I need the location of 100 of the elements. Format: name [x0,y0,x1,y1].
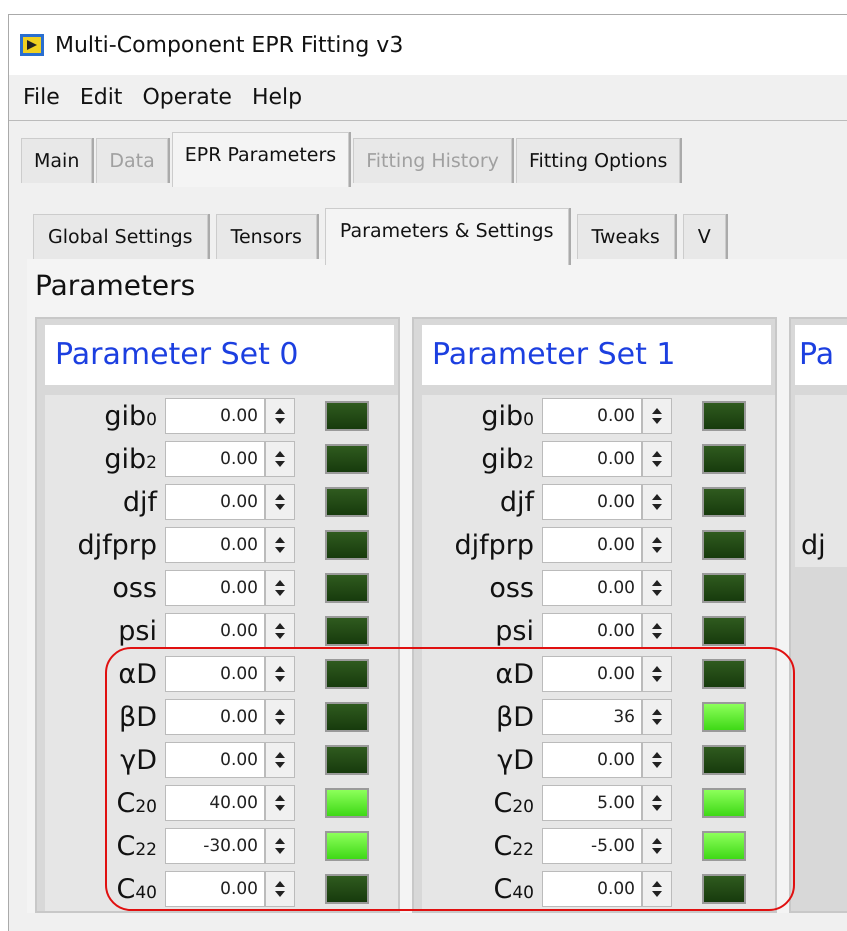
up-down-arrows-icon [273,707,287,728]
spinner-button[interactable] [642,656,672,692]
spinner-button[interactable] [265,613,295,650]
up-down-arrows-icon [273,492,287,512]
spinner-button[interactable] [265,785,295,822]
up-down-arrows-icon [650,406,664,426]
numeric-field[interactable]: 36 [542,699,642,736]
spinner-button[interactable] [265,484,295,520]
spinner-button[interactable] [642,871,672,908]
numeric-field[interactable]: -30.00 [165,828,265,864]
numeric-field[interactable]: 0.00 [165,699,265,736]
spinner-button[interactable] [642,828,672,864]
up-down-arrows-icon [650,879,664,900]
spinner-button[interactable] [642,613,672,650]
parameter-label: psi [494,618,535,645]
panel-title: Parameter Set 0 [45,324,394,385]
section-title: Parameters [35,269,196,303]
tab[interactable]: EPR Parameters [172,132,350,187]
up-down-arrows-icon [273,449,287,470]
menu-item[interactable]: Edit [72,81,130,114]
spinner-button[interactable] [265,527,295,564]
parameter-label: psi [117,618,158,645]
spinner-button[interactable] [642,570,672,606]
spinner-button[interactable] [265,828,295,864]
parameter-label: oss [111,574,158,602]
parameter-label: βD [118,704,158,731]
numeric-field[interactable]: 0.00 [542,527,642,564]
up-down-arrows-icon [650,664,664,684]
numeric-field[interactable]: 0.00 [542,484,642,520]
tab[interactable]: Tweaks [576,214,675,259]
numeric-field[interactable]: 40.00 [165,785,265,822]
up-down-arrows-icon [273,836,287,856]
numeric-field[interactable]: 0.00 [165,484,265,520]
numeric-field[interactable]: 0.00 [542,656,642,692]
spinner-button[interactable] [265,699,295,736]
up-down-arrows-icon [273,664,287,684]
spinner-button[interactable] [642,398,672,434]
window-title: Multi-Component EPR Fitting v3 [55,32,404,60]
numeric-field[interactable]: 0.00 [542,871,642,908]
numeric-field[interactable]: 0.00 [165,441,265,478]
parameter-label: αD [117,660,158,688]
menu-item[interactable]: Operate [134,81,240,114]
numeric-field[interactable]: 0.00 [542,570,642,606]
up-down-arrows-icon [273,406,287,426]
numeric-field[interactable]: 0.00 [165,613,265,650]
tab[interactable]: Fitting Options [516,138,680,183]
menu-item[interactable]: File [15,81,68,114]
parameter-label: γD [496,746,535,774]
parameter-label: βD [494,704,535,731]
parameter-label: dj [800,532,827,559]
menu-item[interactable]: Help [244,81,310,114]
up-down-arrows-icon [650,578,664,598]
parameter-label: γD [119,746,158,774]
numeric-field[interactable]: 0.00 [165,398,265,434]
up-down-arrows-icon [650,449,664,470]
up-down-arrows-icon [273,750,287,770]
up-down-arrows-icon [650,836,664,856]
numeric-field[interactable]: 0.00 [165,871,265,908]
spinner-button[interactable] [642,527,672,564]
spinner-button[interactable] [265,398,295,434]
numeric-field[interactable]: 5.00 [542,785,642,822]
spinner-button[interactable] [642,441,672,478]
up-down-arrows-icon [650,492,664,512]
numeric-field[interactable]: 0.00 [165,742,265,778]
spinner-button[interactable] [642,742,672,778]
up-down-arrows-icon [273,578,287,598]
numeric-field[interactable]: 0.00 [542,742,642,778]
spinner-button[interactable] [265,570,295,606]
spinner-button[interactable] [265,742,295,778]
numeric-field[interactable]: 0.00 [542,398,642,434]
up-down-arrows-icon [650,535,664,556]
tab[interactable]: Global Settings [33,214,208,259]
panel-title: Pa [795,324,847,385]
numeric-field[interactable]: 0.00 [165,527,265,564]
up-down-arrows-icon [650,621,664,642]
app-icon [19,33,45,57]
spinner-button[interactable] [642,699,672,736]
spinner-button[interactable] [265,656,295,692]
numeric-field[interactable]: 0.00 [542,441,642,478]
up-down-arrows-icon [273,879,287,900]
panel-title: Parameter Set 1 [422,324,771,385]
up-down-arrows-icon [273,535,287,556]
numeric-field[interactable]: 0.00 [542,613,642,650]
numeric-field[interactable]: 0.00 [165,656,265,692]
spinner-button[interactable] [642,484,672,520]
parameter-label: oss [488,574,535,602]
spinner-button[interactable] [642,785,672,822]
parameter-label: djf [122,488,158,516]
up-down-arrows-icon [273,793,287,814]
up-down-arrows-icon [650,793,664,814]
tab[interactable]: V [682,214,726,259]
spinner-button[interactable] [265,871,295,908]
spinner-button[interactable] [265,441,295,478]
tab[interactable]: Parameters & Settings [324,208,568,265]
up-down-arrows-icon [650,750,664,770]
parameter-label: djf [498,488,536,516]
tab[interactable]: Main [21,138,92,183]
numeric-field[interactable]: -5.00 [542,828,642,864]
tab[interactable]: Tensors [216,214,317,259]
numeric-field[interactable]: 0.00 [165,570,265,606]
